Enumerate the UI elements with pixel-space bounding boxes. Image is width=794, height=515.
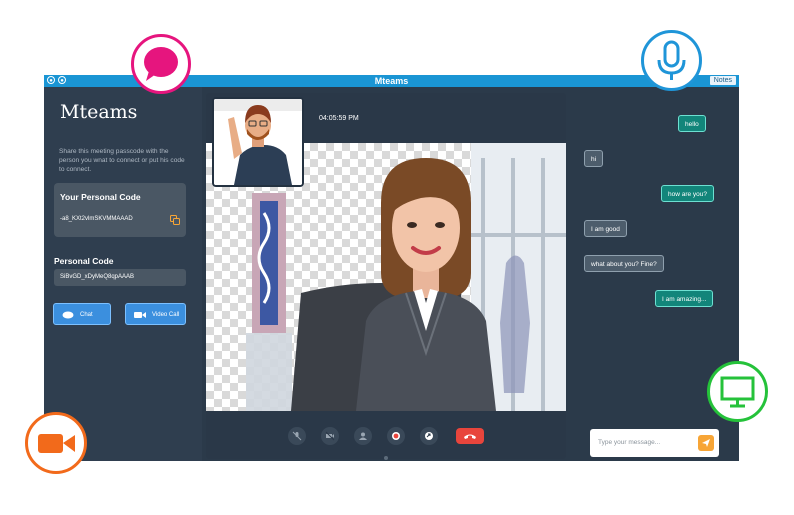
chat-message: I am amazing... [655, 290, 714, 307]
send-button[interactable] [698, 435, 714, 451]
personal-code-input[interactable]: SiBvGD_xDyMeQ8qpAAAB [54, 269, 186, 286]
share-instructions: Share this meeting passcode with the per… [59, 148, 185, 173]
video-panel: 04:05:59 PM [206, 93, 566, 460]
record-button[interactable] [387, 427, 405, 445]
microphone-icon [641, 30, 702, 91]
chat-message: hi [584, 150, 604, 167]
sidebar: Mteams Share this meeting passcode with … [44, 87, 202, 461]
chat-message: hello [678, 115, 706, 132]
message-input[interactable]: Type your message... [598, 429, 660, 457]
video-call-button[interactable]: Video Call [125, 303, 186, 325]
participants-button[interactable] [354, 427, 372, 445]
your-code-label: Your Personal Code [60, 192, 141, 202]
video-call-button-label: Video Call [152, 312, 180, 318]
copy-icon[interactable] [170, 215, 180, 225]
notes-button[interactable]: Notes [709, 76, 736, 85]
chat-button-label: Chat [80, 312, 93, 318]
self-view-thumbnail[interactable] [212, 97, 304, 187]
chat-message: how are you? [661, 185, 715, 202]
call-time: 04:05:59 PM [319, 115, 359, 122]
video-camera-icon [25, 412, 87, 474]
your-code-value: -a8_KXt2vlmSKVMMAAAD [60, 216, 133, 222]
app-window: ● ● Mteams Notes Mteams Share this meeti… [44, 75, 739, 461]
chat-message: what about you? Fine? [584, 255, 664, 272]
end-call-button[interactable] [456, 428, 484, 444]
chat-message: I am good [584, 220, 627, 237]
personal-code-card: Your Personal Code -a8_KXt2vlmSKVMMAAAD [54, 183, 186, 237]
send-icon [702, 439, 710, 447]
screen-share-button[interactable] [420, 427, 438, 445]
people-icon [359, 432, 367, 440]
personal-code-label: Personal Code [54, 256, 114, 266]
mic-off-icon [292, 431, 302, 441]
chat-bubble-icon [131, 34, 191, 94]
record-icon [392, 432, 400, 440]
message-composer: Type your message... [590, 429, 719, 457]
share-icon [425, 432, 433, 440]
chat-icon [62, 311, 74, 319]
hang-up-icon [464, 434, 476, 439]
page-indicator-dot [384, 456, 388, 460]
chat-button[interactable]: Chat [53, 303, 111, 325]
man-avatar [214, 99, 302, 185]
video-icon [134, 312, 146, 318]
monitor-icon [707, 361, 768, 422]
app-logo: Mteams [60, 101, 138, 123]
camera-off-icon [325, 431, 335, 441]
camera-off-button[interactable] [321, 427, 339, 445]
call-controls [206, 411, 566, 460]
mute-mic-button[interactable] [288, 427, 306, 445]
